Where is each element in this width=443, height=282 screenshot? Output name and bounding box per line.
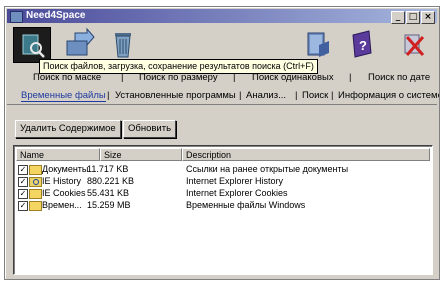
trash-icon	[115, 33, 131, 58]
main-tabs: Временные файлы | Установленные программ…	[7, 88, 439, 105]
load-tool-button[interactable]	[61, 27, 97, 61]
row-size: 880.221 KB	[87, 176, 135, 186]
row-size: 55.431 KB	[87, 188, 130, 198]
search-tool-button[interactable]	[13, 27, 51, 63]
title-bar: Need4Space _ □ ×	[7, 9, 437, 24]
report-tool-button[interactable]	[299, 27, 335, 61]
tab-search-duplicates[interactable]: Поиск одинаковых	[252, 72, 334, 83]
exit-icon	[404, 34, 425, 56]
separator: |	[107, 90, 110, 101]
toolbar: ? Поиск файлов, загрузка, сохранение рез…	[7, 25, 437, 74]
separator: |	[121, 72, 124, 83]
row-description: Временные файлы Windows	[186, 200, 306, 210]
tab-system-info[interactable]: Информация о системе	[338, 90, 439, 101]
row-size: 11.717 KB	[87, 164, 129, 174]
search-icon	[22, 34, 45, 58]
minimize-button[interactable]: _	[391, 11, 405, 24]
separator: |	[349, 72, 352, 83]
table-row[interactable]: ✓ IE Cookies 55.431 KB Internet Explorer…	[16, 188, 430, 199]
separator: |	[331, 90, 334, 101]
svg-text:?: ?	[359, 38, 367, 53]
tab-search-by-date[interactable]: Поиск по дате	[368, 72, 430, 83]
exit-tool-button[interactable]	[395, 27, 431, 61]
row-size: 15.259 MB	[87, 200, 131, 210]
app-icon	[10, 11, 23, 23]
table-row[interactable]: ✓ IE History 880.221 KB Internet Explore…	[16, 176, 430, 187]
help-icon: ?	[352, 30, 372, 58]
files-table[interactable]: Name Size Description ✓ Документы 11.717…	[13, 145, 433, 275]
column-header-description[interactable]: Description	[182, 148, 430, 161]
tab-temp-files[interactable]: Временные файлы	[21, 90, 106, 102]
tab-search-by-size[interactable]: Поиск по размеру	[139, 72, 218, 83]
row-name: IE Cookies	[42, 188, 86, 198]
table-row[interactable]: ✓ Времен... 15.259 MB Временные файлы Wi…	[16, 200, 430, 211]
folder-icon	[29, 189, 42, 199]
row-checkbox[interactable]: ✓	[18, 165, 28, 175]
window-title: Need4Space	[26, 10, 86, 21]
folder-arrow-icon	[66, 27, 95, 56]
app-window: Need4Space _ □ × ? Поиск файлов, загрузк…	[4, 6, 440, 280]
column-header-size[interactable]: Size	[100, 148, 182, 161]
row-checkbox[interactable]: ✓	[18, 177, 28, 187]
row-name: Документы	[42, 164, 89, 174]
window-controls: _ □ ×	[390, 10, 435, 24]
table-row[interactable]: ✓ Документы 11.717 KB Ссылки на ранее от…	[16, 164, 430, 175]
row-checkbox[interactable]: ✓	[18, 189, 28, 199]
refresh-button[interactable]: Обновить	[123, 120, 177, 138]
separator: |	[239, 90, 242, 101]
ie-history-icon	[29, 177, 42, 187]
tab-search[interactable]: Поиск	[302, 90, 328, 101]
tab-analysis[interactable]: Анализ...	[246, 90, 286, 101]
close-button[interactable]: ×	[421, 11, 435, 24]
separator: |	[233, 72, 236, 83]
help-tool-button[interactable]: ?	[343, 27, 379, 61]
delete-tool-button[interactable]	[105, 27, 141, 61]
folder-icon	[29, 201, 42, 211]
row-description: Ссылки на ранее открытые документы	[186, 164, 349, 174]
separator: |	[295, 90, 298, 101]
folder-icon	[29, 165, 42, 175]
search-tabs: Поиск по маске | Поиск по размеру | Поис…	[7, 70, 437, 86]
book-icon	[307, 32, 329, 57]
table-header: Name Size Description	[16, 148, 430, 162]
maximize-button[interactable]: □	[406, 11, 420, 24]
row-checkbox[interactable]: ✓	[18, 201, 28, 211]
row-description: Internet Explorer History	[186, 176, 284, 186]
tab-search-by-mask[interactable]: Поиск по маске	[33, 72, 101, 83]
delete-contents-button[interactable]: Удалить Содержимое	[15, 120, 121, 138]
tab-installed-programs[interactable]: Установленные программы	[115, 90, 236, 101]
row-name: IE History	[42, 176, 82, 186]
row-name: Времен...	[42, 200, 82, 210]
column-header-name[interactable]: Name	[16, 148, 100, 161]
row-description: Internet Explorer Cookies	[186, 188, 288, 198]
